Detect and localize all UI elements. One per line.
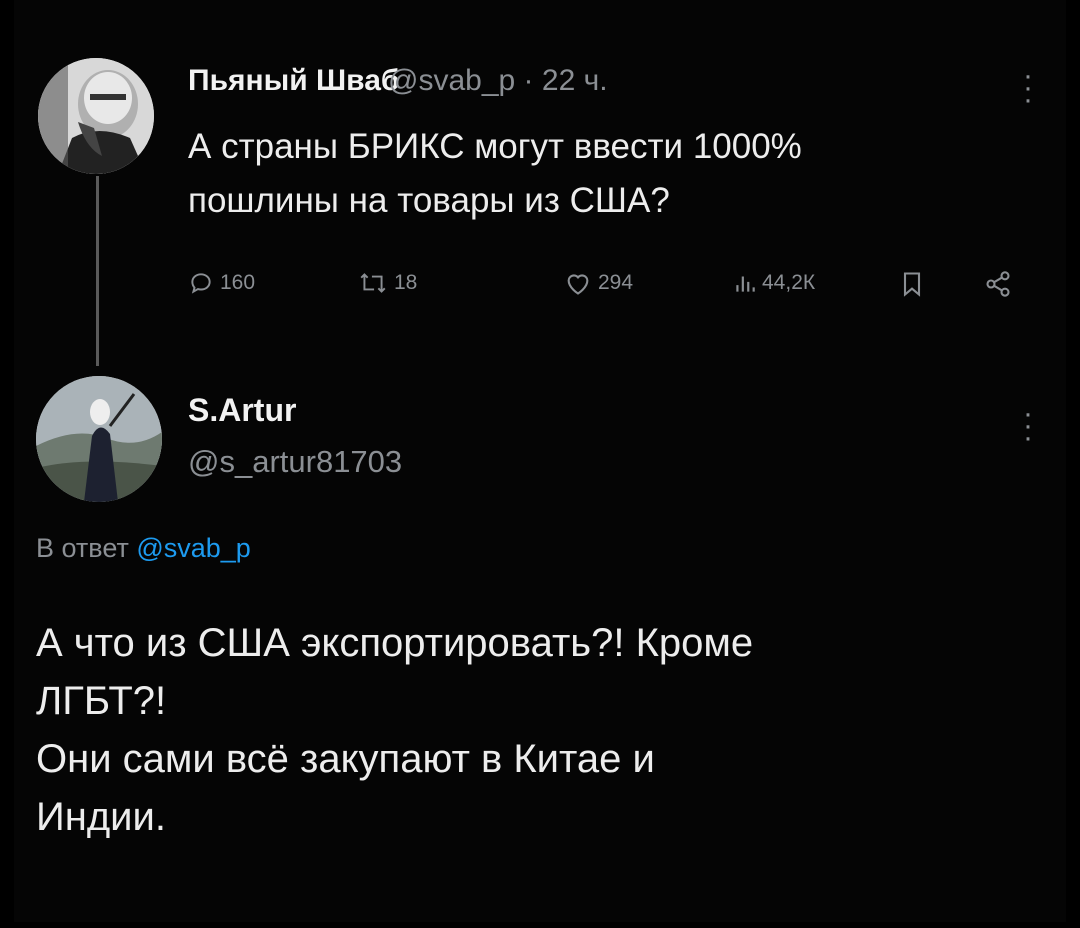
tweet-actions: 160 18 294 44,2К (188, 270, 1043, 306)
tweet-handle[interactable]: @svab_p (388, 64, 515, 97)
bookmark-button[interactable] (900, 270, 924, 298)
retweet-icon (360, 273, 386, 293)
tweet-text: А страны БРИКС могут ввести 1000% пошлин… (188, 120, 1008, 228)
reply-count: 160 (220, 271, 256, 294)
reply-to-handle-link[interactable]: @svab_p (136, 533, 250, 563)
bookmark-icon (903, 272, 921, 297)
reply-text-line: А что из США экспортировать?! Кроме (36, 621, 754, 665)
reply-text-line: Индии. (36, 795, 166, 839)
reply-author-name[interactable]: S.Artur (188, 392, 296, 429)
views-button[interactable]: 44,2К (734, 270, 815, 296)
avatar-svab-image (38, 58, 154, 174)
thread-line (96, 176, 99, 366)
like-count: 294 (598, 271, 634, 294)
reply-handle[interactable]: @s_artur81703 (188, 444, 402, 480)
tweet-time[interactable]: 22 ч. (542, 64, 608, 97)
reply-text-line: ЛГБТ?! (36, 679, 167, 723)
reply-text: А что из США экспортировать?! Кроме ЛГБТ… (36, 614, 1046, 846)
tweet-author-name[interactable]: Пьяный Шваб (188, 64, 399, 98)
reply-to-prefix: В ответ (36, 533, 129, 563)
heart-icon (567, 274, 589, 295)
views-count: 44,2К (762, 271, 816, 294)
reply-icon (191, 273, 211, 294)
more-icon[interactable]: · · · (1016, 61, 1040, 115)
tweet-meta: @svab_p · 22 ч. (388, 64, 608, 98)
share-icon (986, 271, 1010, 297)
more-icon[interactable]: · · · (1016, 399, 1040, 453)
reply-to-line: В ответ @svab_p (36, 533, 251, 564)
tweet-text-line: А страны БРИКС могут ввести 1000% (188, 127, 802, 166)
reply-text-line: Они сами всё закупают в Китае и (36, 737, 655, 781)
retweet-count: 18 (394, 271, 418, 294)
retweet-button[interactable]: 18 (358, 270, 417, 296)
avatar-artur[interactable] (36, 376, 162, 502)
views-icon (736, 276, 755, 292)
meta-separator: · (523, 64, 534, 97)
tweet-text-line: пошлины на товары из США? (188, 181, 670, 220)
share-button[interactable] (984, 270, 1012, 298)
like-button[interactable]: 294 (564, 270, 633, 296)
avatar-svab[interactable] (38, 58, 154, 174)
reply-button[interactable]: 160 (188, 270, 255, 296)
avatar-artur-image (36, 376, 162, 502)
